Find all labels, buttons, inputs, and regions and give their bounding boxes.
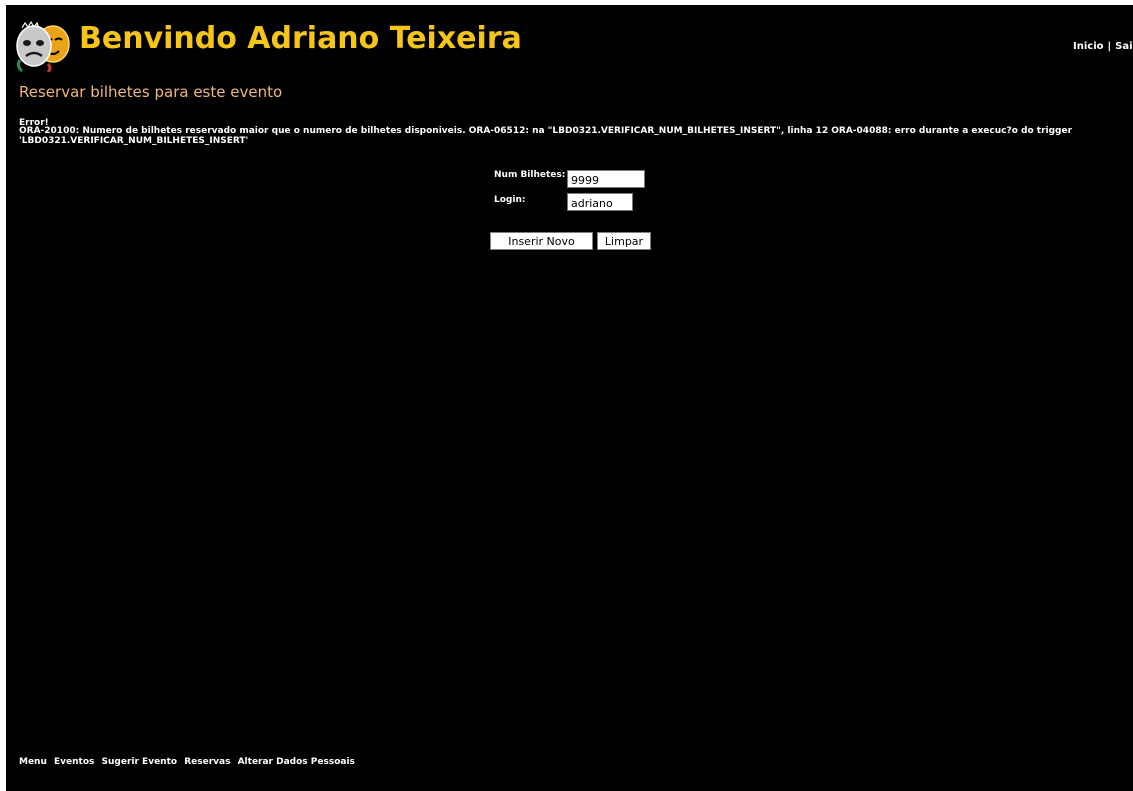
num-bilhetes-label: Num Bilhetes: bbox=[494, 170, 566, 180]
nav-inicio-link[interactable]: Inicio bbox=[1073, 41, 1104, 52]
num-bilhetes-input[interactable] bbox=[567, 170, 645, 188]
page-frame: Benvindo Adriano Teixeira Inicio|Sair Re… bbox=[6, 5, 1133, 791]
login-input[interactable] bbox=[567, 193, 633, 211]
footer-link-alterar-dados-pessoais[interactable]: Alterar Dados Pessoais bbox=[238, 757, 355, 767]
error-message: ORA-20100: Numero de bilhetes reservado … bbox=[19, 126, 1073, 146]
footer-nav: Menu Eventos Sugerir Evento Reservas Alt… bbox=[19, 757, 359, 767]
login-label: Login: bbox=[494, 195, 526, 205]
footer-link-reservas[interactable]: Reservas bbox=[184, 757, 230, 767]
theater-masks-icon bbox=[12, 20, 74, 74]
nav-separator: | bbox=[1107, 41, 1112, 52]
welcome-heading: Benvindo Adriano Teixeira bbox=[79, 21, 522, 56]
footer-link-sugerir-evento[interactable]: Sugerir Evento bbox=[102, 757, 178, 767]
footer-link-eventos[interactable]: Eventos bbox=[54, 757, 94, 767]
nav-sair-link[interactable]: Sair bbox=[1115, 41, 1133, 52]
footer-link-menu[interactable]: Menu bbox=[19, 757, 47, 767]
inserir-novo-button[interactable]: Inserir Novo bbox=[490, 232, 593, 250]
page-title: Reservar bilhetes para este evento bbox=[19, 83, 283, 101]
limpar-button[interactable]: Limpar bbox=[597, 232, 651, 250]
top-nav: Inicio|Sair bbox=[1073, 41, 1133, 52]
